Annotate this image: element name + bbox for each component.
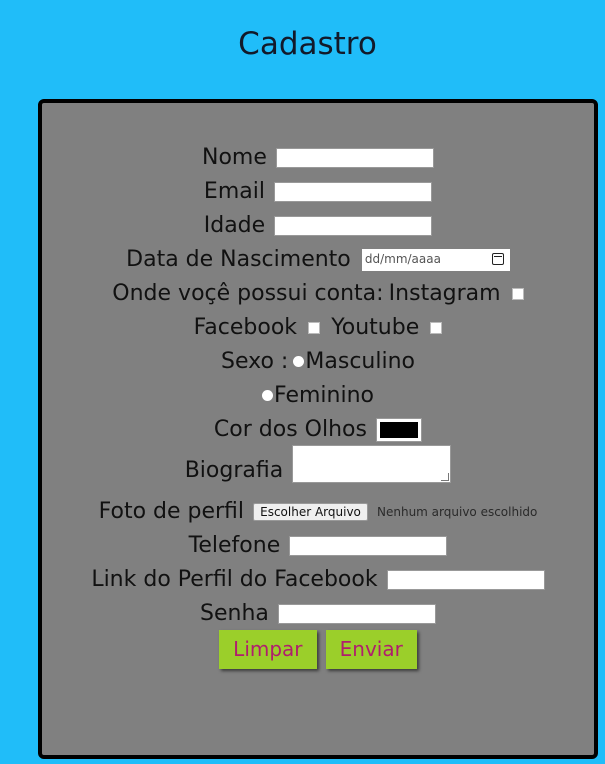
contas-label: Onde voçê possui conta: — [112, 281, 384, 306]
date-placeholder: dd/mm/aaaa — [364, 251, 441, 266]
youtube-checkbox[interactable] — [430, 321, 443, 334]
buttons-row: Limpar Enviar — [42, 630, 594, 669]
contas-row: Onde voçê possui conta: Instagram — [42, 281, 594, 306]
calendar-icon[interactable] — [491, 252, 504, 265]
link-row: Link do Perfil do Facebook — [42, 567, 594, 592]
olhos-row: Cor dos Olhos — [42, 417, 594, 442]
email-input[interactable] — [274, 181, 433, 202]
senha-label: Senha — [200, 601, 269, 626]
masculino-label: Masculino — [305, 349, 415, 374]
nome-input[interactable] — [275, 147, 434, 168]
feminino-label: Feminino — [274, 383, 374, 408]
nome-row: Nome — [42, 145, 594, 170]
sexo-row: Sexo : Masculino — [42, 349, 594, 374]
facebook-link-input[interactable] — [386, 569, 545, 590]
file-status: Nenhum arquivo escolhido — [377, 504, 538, 519]
nascimento-date-input[interactable]: dd/mm/aaaa — [361, 248, 510, 271]
nascimento-row: Data de Nascimento dd/mm/aaaa — [42, 247, 594, 272]
facebook-youtube-row: Facebook Youtube — [42, 315, 594, 340]
senha-input[interactable] — [277, 603, 436, 624]
registration-form: Nome Email Idade Data de Nascimento dd/m… — [38, 99, 598, 759]
idade-input[interactable] — [274, 215, 433, 236]
foto-row: Foto de perfil Escolher Arquivo Nenhum a… — [42, 499, 594, 524]
youtube-label: Youtube — [331, 315, 420, 340]
facebook-label: Facebook — [193, 315, 298, 340]
masculino-radio[interactable] — [293, 356, 305, 367]
olhos-label: Cor dos Olhos — [213, 417, 367, 442]
page-title: Cadastro — [238, 26, 377, 62]
link-label: Link do Perfil do Facebook — [91, 567, 378, 592]
nome-label: Nome — [202, 145, 267, 170]
enviar-button[interactable]: Enviar — [325, 630, 417, 669]
senha-row: Senha — [42, 601, 594, 626]
instagram-checkbox[interactable] — [511, 287, 524, 300]
email-row: Email — [42, 179, 594, 204]
color-swatch — [380, 421, 419, 438]
biografia-label: Biografia — [184, 458, 284, 483]
biografia-row: Biografia — [42, 445, 594, 483]
limpar-button[interactable]: Limpar — [219, 630, 317, 669]
biografia-textarea[interactable] — [292, 445, 452, 483]
feminino-radio[interactable] — [262, 390, 273, 401]
facebook-checkbox[interactable] — [308, 321, 321, 334]
nascimento-label: Data de Nascimento — [126, 247, 351, 272]
idade-label: Idade — [203, 213, 266, 238]
feminino-row: Feminino — [42, 383, 594, 408]
telefone-input[interactable] — [289, 535, 448, 556]
telefone-row: Telefone — [42, 533, 594, 558]
sexo-label: Sexo : — [220, 349, 289, 374]
idade-row: Idade — [42, 213, 594, 238]
instagram-label: Instagram — [388, 281, 501, 306]
foto-label: Foto de perfil — [98, 499, 245, 524]
olhos-color-picker[interactable] — [376, 417, 423, 442]
choose-file-button[interactable]: Escolher Arquivo — [253, 502, 368, 521]
email-label: Email — [203, 179, 265, 204]
telefone-label: Telefone — [188, 533, 281, 558]
